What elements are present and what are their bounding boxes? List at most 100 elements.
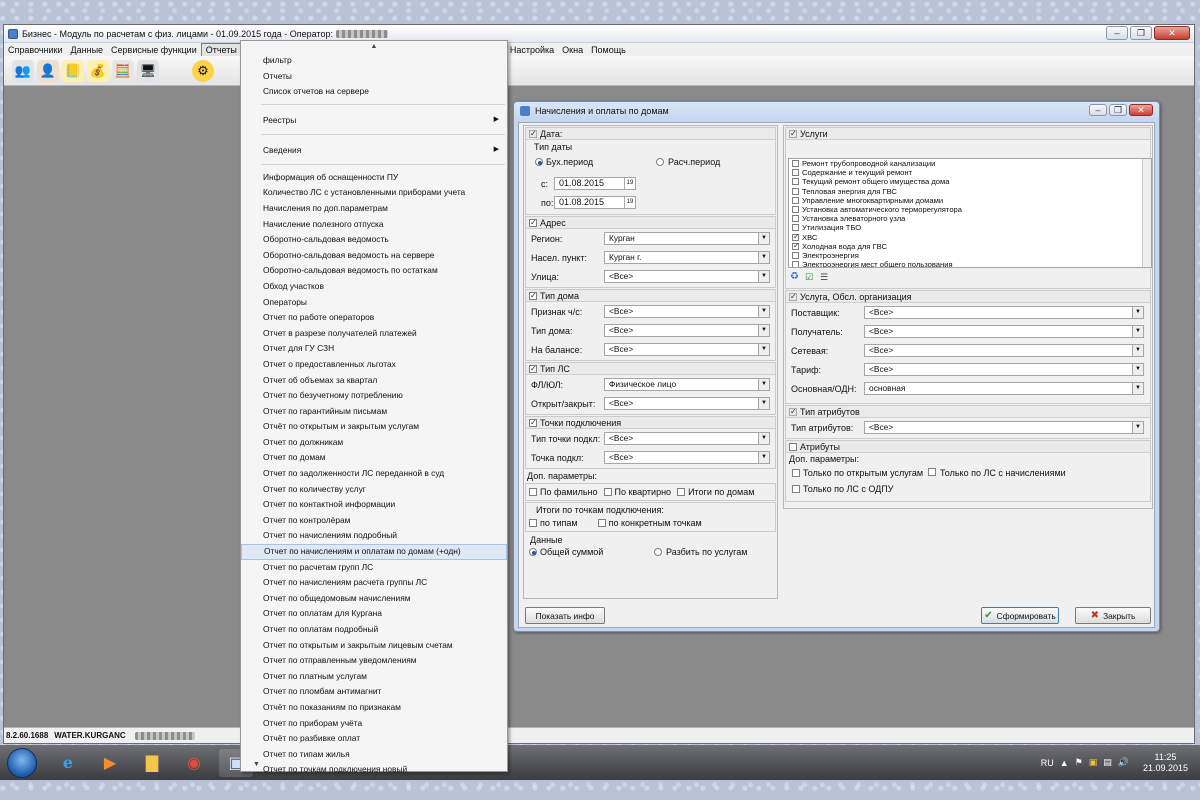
chevron-down-icon[interactable]: ▼ [758,306,769,317]
chevron-down-icon[interactable]: ▼ [758,344,769,355]
menu-scroll-up-icon[interactable]: ▲ [241,41,507,53]
book-icon[interactable]: 📒 [62,59,84,82]
fl-select[interactable]: Физическое лицо ▼ [604,378,770,391]
radio-total-sum[interactable] [529,548,537,556]
city-select[interactable]: Курган г. ▼ [604,251,770,264]
service-item[interactable]: Содержание и текущий ремонт [789,168,1151,177]
service-checkbox[interactable] [792,187,799,195]
menu-dannye[interactable]: Данные [67,44,108,56]
service-checkbox[interactable] [792,241,800,250]
report-menu-item[interactable]: Начисление полезного отпуска [241,217,507,233]
report-menu-item[interactable]: Оборотно-сальдовая ведомость на сервере [241,248,507,264]
refresh-icon[interactable]: ♻ [790,271,802,283]
service-item[interactable]: Установка элеваторного узла [789,214,1151,223]
main-odn-select[interactable]: основная ▼ [864,382,1144,395]
calculator-icon[interactable]: 🧮 [112,59,134,82]
region-select[interactable]: Курган ▼ [604,232,770,245]
chevron-down-icon[interactable]: ▼ [1132,422,1143,433]
by-surname-checkbox[interactable] [529,488,537,496]
menu-settings[interactable]: Настройка [506,44,558,56]
chevron-down-icon[interactable]: ▼ [1132,364,1143,375]
report-menu-item[interactable]: Отчет по количеству услуг [241,482,507,498]
service-checkbox[interactable] [792,206,799,214]
service-checkbox[interactable] [792,160,799,168]
report-menu-item[interactable]: Отчет по общедомовым начислениям [241,591,507,607]
dialog-maximize-button[interactable]: ❐ [1109,104,1127,116]
chevron-down-icon[interactable]: ▼ [758,233,769,244]
network-icon[interactable]: ▤ [1103,757,1112,768]
report-menu-item[interactable]: Отчет по работе операторов [241,310,507,326]
tray-expand-icon[interactable]: ▲ [1060,758,1069,768]
report-menu-item[interactable]: Отчет по платным услугам [241,669,507,685]
address-checkbox[interactable] [529,217,537,229]
service-checkbox[interactable] [792,215,799,223]
report-menu-item[interactable]: Оборотно-сальдовая ведомость [241,232,507,248]
service-item[interactable]: Текущий ремонт общего имущества дома [789,177,1151,186]
point-type-select[interactable]: <Все> ▼ [604,432,770,445]
menu-item-group1[interactable]: Список отчетов на сервере [241,84,507,100]
report-menu-item[interactable]: Отчет по открытым и закрытым лицевым сче… [241,638,507,654]
service-item[interactable]: Управление многоквартирными домами [789,196,1151,205]
chevron-down-icon[interactable]: ▼ [758,433,769,444]
dialog-minimize-button[interactable]: – [1089,104,1107,116]
list-icon[interactable]: ☰ [820,271,832,283]
service-checkbox[interactable] [792,178,799,186]
report-menu-item[interactable]: Количество ЛС с установленными приборами… [241,185,507,201]
recipient-select[interactable]: <Все> ▼ [864,325,1144,338]
report-menu-item[interactable]: Отчет по безучетному потреблению [241,388,507,404]
report-menu-item[interactable]: Отчет по контактной информации [241,497,507,513]
service-item[interactable]: Утилизация ТБО [789,223,1151,232]
report-menu-item[interactable]: Отчёт по показаниям по признакам [241,700,507,716]
tariff-select[interactable]: <Все> ▼ [864,363,1144,376]
network-select[interactable]: <Все> ▼ [864,344,1144,357]
language-indicator[interactable]: RU [1041,758,1054,768]
report-menu-item[interactable]: Обход участков [241,279,507,295]
radio-rasch-period[interactable] [656,157,664,166]
service-checkbox[interactable] [792,169,799,177]
menu-item-group1[interactable]: фильтр [241,53,507,69]
house-type-select[interactable]: <Все> ▼ [604,324,770,337]
ch-select[interactable]: <Все> ▼ [604,305,770,318]
chevron-down-icon[interactable]: ▼ [758,452,769,463]
chevron-down-icon[interactable]: ▼ [1132,383,1143,394]
menu-reports[interactable]: Отчеты [200,42,242,57]
chevron-down-icon[interactable]: ▼ [758,398,769,409]
chevron-down-icon[interactable]: ▼ [758,379,769,390]
close-dialog-button[interactable]: ✖ Закрыть [1075,607,1151,624]
menu-scroll-down-icon[interactable]: ▼ [241,759,507,771]
close-window-button[interactable]: ✕ [1154,26,1190,40]
by-specific-checkbox[interactable] [597,519,606,527]
maximize-button[interactable]: ❐ [1130,26,1152,40]
attributes-checkbox[interactable] [789,442,797,451]
chevron-down-icon[interactable]: ▼ [758,252,769,263]
menu-spravochniki[interactable]: Справочники [4,44,67,56]
chevron-down-icon[interactable]: ▼ [758,271,769,282]
service-item[interactable]: Тепловая энергия для ГВС [789,187,1151,196]
report-menu-item[interactable]: Отчёт по открытым и закрытым услугам [241,419,507,435]
street-select[interactable]: <Все> ▼ [604,270,770,283]
balance-select[interactable]: <Все> ▼ [604,343,770,356]
report-menu-item[interactable]: Отчет по начислениям расчета группы ЛС [241,575,507,591]
ie-icon[interactable]: e [51,749,85,777]
chevron-down-icon[interactable]: ▼ [1132,326,1143,337]
generate-button[interactable]: ✔ Сформировать [981,607,1059,624]
service-item[interactable]: Ремонт трубопроводной канализации [789,159,1151,168]
report-menu-item[interactable]: Отчет по приборам учёта [241,716,507,732]
computer-icon[interactable]: 🖥 [137,59,159,82]
points-checkbox[interactable] [529,417,537,429]
service-item[interactable]: Холодная вода для ГВС [789,241,1151,251]
only-charged-checkbox[interactable] [928,468,936,476]
service-checkbox[interactable] [792,232,800,241]
attr-type-select[interactable]: <Все> ▼ [864,421,1144,434]
report-menu-item[interactable]: Отчет в разрезе получателей платежей [241,326,507,342]
calendar-icon[interactable]: 19 [624,178,635,189]
money-icon[interactable]: 💰 [87,59,109,82]
start-button[interactable] [7,747,37,778]
submenu-item[interactable]: Реестры ▶ [241,110,507,130]
open-select[interactable]: <Все> ▼ [604,397,770,410]
ls-type-checkbox[interactable] [529,363,537,375]
report-menu-item[interactable]: Отчет по оплатам для Кургана [241,606,507,622]
report-menu-item[interactable]: Отчет о предоставленных льготах [241,357,507,373]
report-menu-item[interactable]: Начисления по доп.параметрам [241,201,507,217]
tray-app-icon[interactable]: ▣ [1089,757,1098,768]
